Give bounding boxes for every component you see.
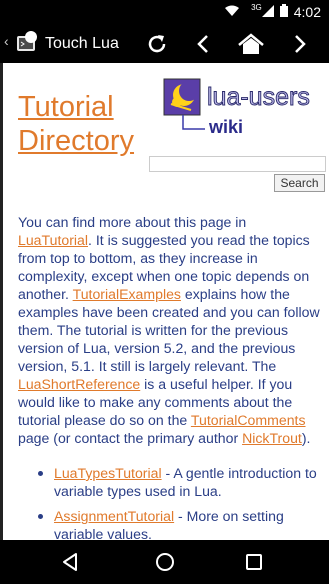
bullet-icon: [38, 471, 43, 476]
page-title-line2[interactable]: Directory: [18, 125, 134, 157]
page-title[interactable]: Tutorial Directory: [18, 90, 134, 158]
status-icons: 3G 4:02: [225, 2, 321, 20]
home-icon[interactable]: [236, 30, 264, 58]
list-item: AssignmentTutorial - More on setting var…: [18, 507, 324, 540]
link-luashortreference[interactable]: LuaShortReference: [18, 376, 140, 392]
search-button[interactable]: Search: [274, 174, 325, 192]
nav-recents-icon[interactable]: [241, 550, 267, 574]
nav-back-icon[interactable]: [58, 550, 84, 574]
intro-text-6: ).: [301, 430, 311, 446]
link-luatypestutorial[interactable]: LuaTypesTutorial: [54, 465, 162, 481]
page-title-line1[interactable]: Tutorial: [18, 91, 114, 123]
navigation-bar: [0, 540, 329, 584]
bullet-icon: [38, 514, 43, 519]
action-bar: ‹ Touch Lua: [0, 25, 329, 63]
network-type: 3G: [251, 2, 262, 12]
tutorial-list: LuaTypesTutorial - A gentle introduction…: [18, 464, 324, 540]
logo-sub: wiki: [208, 117, 243, 137]
search-input[interactable]: [149, 156, 326, 172]
link-luatutorial[interactable]: LuaTutorial: [18, 232, 88, 248]
logo-text: lua-users: [207, 83, 310, 111]
list-item: LuaTypesTutorial - A gentle introduction…: [18, 464, 324, 500]
nav-home-icon[interactable]: [152, 550, 178, 574]
app-title: Touch Lua: [45, 35, 119, 52]
battery-icon: [279, 4, 288, 20]
intro-text-1: You can find more about this page in: [18, 214, 247, 230]
link-assignmenttutorial[interactable]: AssignmentTutorial: [54, 508, 174, 524]
chevron-right-icon[interactable]: [285, 30, 313, 58]
wifi-icon: [225, 4, 240, 20]
lua-users-wiki-logo[interactable]: lua-users wiki: [163, 78, 328, 163]
intro-text-5: page (or contact the primary author: [18, 430, 243, 446]
status-time: 4:02: [293, 4, 321, 20]
signal-icon: [261, 4, 274, 20]
link-nicktrout[interactable]: NickTrout: [242, 430, 302, 446]
app-back-icon[interactable]: ‹: [4, 33, 9, 49]
refresh-icon[interactable]: [143, 30, 171, 58]
webview-content: Tutorial Directory lua-users wiki Search…: [0, 63, 329, 540]
app-logo-icon[interactable]: [16, 31, 38, 53]
link-tutorialcomments[interactable]: TutorialComments: [191, 412, 306, 428]
status-bar: 3G 4:02: [0, 0, 329, 25]
intro-paragraph: You can find more about this page in Lua…: [18, 213, 324, 447]
link-tutorialexamples[interactable]: TutorialExamples: [73, 286, 181, 302]
chevron-left-icon[interactable]: [190, 30, 218, 58]
